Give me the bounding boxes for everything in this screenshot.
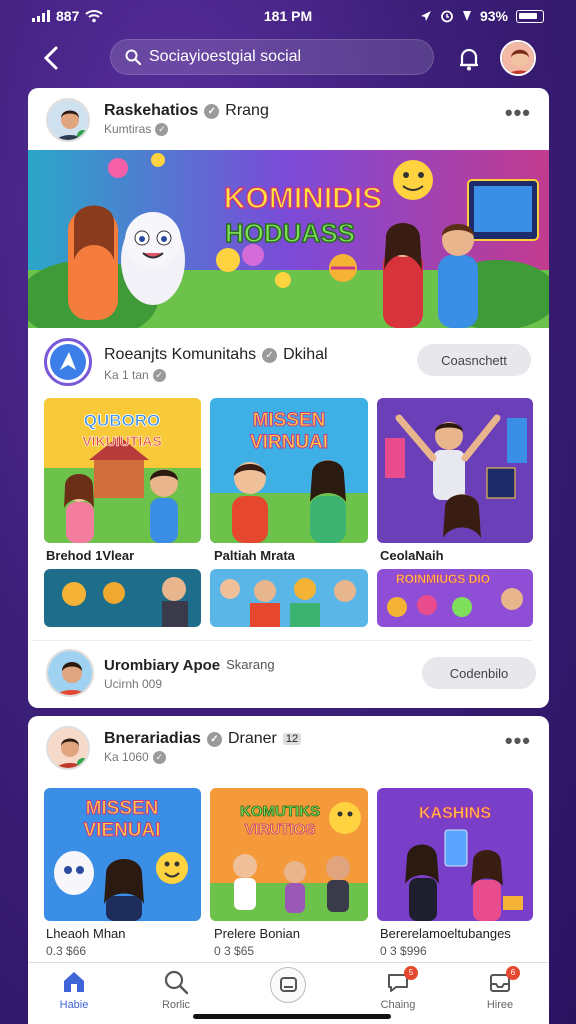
poster-extra: Draner bbox=[227, 730, 277, 747]
verified-icon: ✓ bbox=[204, 103, 220, 119]
feed-card-main: Raskehatios ✓ Rrang Kumtiras ✓ ••• KOMIN… bbox=[28, 88, 549, 708]
hotspot-icon bbox=[462, 11, 471, 21]
search-icon bbox=[164, 970, 189, 995]
tab-chat[interactable]: 5 Chaing bbox=[358, 966, 438, 1019]
battery-icon bbox=[516, 9, 544, 23]
post-subtitle: Ka 1060 bbox=[104, 750, 149, 764]
item-2-title[interactable]: Prelere Bonian bbox=[214, 926, 300, 941]
search-bar[interactable] bbox=[110, 39, 434, 75]
suggestion-follow-button[interactable]: Codenbilo bbox=[422, 657, 536, 689]
more-options-button[interactable]: ••• bbox=[505, 100, 531, 126]
item-2-sub: 0 3 $65 bbox=[214, 944, 255, 958]
tab-create[interactable] bbox=[248, 967, 328, 1019]
item-3-title[interactable]: Bererelamoeltubanges bbox=[380, 926, 511, 941]
tab-home[interactable]: Habie bbox=[34, 969, 114, 1019]
community-header: Roeanjts Komunitahs ✓ Dkihal Ka 1 tan ✓ … bbox=[28, 332, 549, 392]
notifications-button[interactable] bbox=[452, 42, 486, 76]
home-icon bbox=[64, 972, 84, 992]
thumb-1-title[interactable]: Brehod 1Vlear bbox=[46, 548, 134, 563]
battery-percent: 93% bbox=[479, 8, 508, 24]
tab-profile[interactable]: 6 Hiree bbox=[460, 966, 540, 1019]
poster-avatar[interactable] bbox=[46, 98, 90, 142]
community-subtitle: Ka 1 tan bbox=[104, 368, 149, 382]
suggestion-extra: Skarang bbox=[226, 657, 275, 672]
poster-badge: 12 bbox=[282, 733, 302, 745]
suggestion-subtitle: Ucirnh 009 bbox=[104, 677, 163, 691]
community-thumb-6[interactable]: ROINMIUGS DIO bbox=[377, 569, 533, 627]
globe-icon: ✓ bbox=[155, 122, 169, 136]
globe-icon: ✓ bbox=[152, 750, 166, 764]
post-header: Bnerariadias ✓ Draner 12 Ka 1060 ✓ ••• bbox=[28, 716, 549, 776]
chat-badge: 5 bbox=[404, 966, 418, 980]
community-thumb-3[interactable] bbox=[377, 398, 533, 543]
community-thumb-1[interactable]: QUBORO VIKUIUTIAS bbox=[44, 398, 201, 543]
thumb-2-title[interactable]: Paltiah Mrata bbox=[214, 548, 295, 563]
tab-profile-label: Hiree bbox=[486, 999, 514, 1011]
poster-extra: Rrang bbox=[225, 102, 269, 119]
item-3-sub: 0 3 $996 bbox=[380, 944, 427, 958]
profile-badge: 6 bbox=[506, 966, 520, 980]
suggestion-name[interactable]: Urombiary Apoe bbox=[104, 657, 220, 674]
item-2-art-1: KOMUTIKS bbox=[240, 803, 320, 820]
poster-name[interactable]: Bnerariadias bbox=[104, 730, 201, 748]
home-indicator bbox=[193, 1014, 391, 1019]
item-1-art-2: VIENUAI bbox=[83, 820, 160, 841]
feed-card-secondary: Bnerariadias ✓ Draner 12 Ka 1060 ✓ ••• M… bbox=[28, 716, 549, 964]
more-options-button[interactable]: ••• bbox=[505, 728, 531, 754]
tab-search[interactable]: Rorlic bbox=[136, 969, 216, 1019]
location-icon bbox=[420, 11, 431, 21]
post2-item-1-image[interactable]: MISSEN VIENUAI bbox=[44, 788, 201, 921]
banner-image[interactable]: KOMINIDIS HODUASS bbox=[28, 150, 549, 340]
thumb-2-art-2: VIRNUAI bbox=[250, 432, 328, 453]
verified-icon: ✓ bbox=[206, 731, 222, 747]
bell-icon bbox=[460, 48, 478, 71]
item-1-art-1: MISSEN bbox=[86, 798, 159, 819]
banner-title-2: HODUASS bbox=[225, 218, 355, 248]
suggestion-row: Urombiary Apoe Skarang Ucirnh 009 Codenb… bbox=[32, 640, 536, 706]
item-1-sub: 0.3 $66 bbox=[46, 944, 87, 958]
profile-avatar[interactable] bbox=[500, 40, 536, 76]
item-1-title[interactable]: Lheaoh Mhan bbox=[46, 926, 126, 941]
thumb-1-art-1: QUBORO bbox=[84, 411, 161, 430]
community-extra: Dkihal bbox=[283, 346, 328, 363]
thumb-3-title[interactable]: CeolaNaih bbox=[380, 548, 444, 563]
back-button[interactable] bbox=[36, 44, 66, 74]
item-3-art-1: KASHINS bbox=[419, 805, 491, 822]
status-bar: 887 181 PM 93% bbox=[0, 0, 576, 32]
banner-title-1: KOMINIDIS bbox=[224, 182, 382, 215]
chevron-left-icon bbox=[43, 46, 58, 70]
community-thumb-2[interactable]: MISSEN VIRNUAI bbox=[210, 398, 368, 543]
post2-item-3-image[interactable]: KASHINS bbox=[377, 788, 533, 921]
verified-icon: ✓ bbox=[262, 347, 278, 363]
post-subtitle: Kumtiras bbox=[104, 122, 152, 136]
community-thumb-5[interactable] bbox=[210, 569, 368, 627]
suggestion-avatar[interactable] bbox=[46, 649, 94, 697]
top-nav bbox=[0, 36, 576, 80]
alarm-icon bbox=[441, 10, 453, 23]
community-avatar[interactable] bbox=[44, 338, 92, 386]
thumb-2-art-1: MISSEN bbox=[253, 410, 326, 431]
community-name[interactable]: Roeanjts Komunitahs bbox=[104, 346, 256, 364]
post-header: Raskehatios ✓ Rrang Kumtiras ✓ ••• bbox=[28, 88, 549, 148]
community-thumb-4[interactable] bbox=[44, 569, 201, 627]
poster-avatar[interactable] bbox=[46, 726, 90, 770]
item-2-art-2: VIRUTIOS bbox=[245, 821, 316, 838]
post2-item-2-image[interactable]: KOMUTIKS VIRUTIOS bbox=[210, 788, 368, 921]
tab-search-label: Rorlic bbox=[161, 999, 191, 1011]
search-icon bbox=[125, 49, 141, 65]
thumb-6-art: ROINMIUGS DIO bbox=[396, 572, 490, 586]
search-input[interactable] bbox=[149, 48, 419, 66]
community-follow-button[interactable]: Coasnchett bbox=[417, 344, 531, 376]
poster-name[interactable]: Raskehatios bbox=[104, 102, 198, 120]
create-post-icon bbox=[270, 967, 306, 1003]
tab-home-label: Habie bbox=[59, 999, 89, 1011]
thumb-1-art-2: VIKUIUTIAS bbox=[82, 433, 161, 449]
tab-chat-label: Chaing bbox=[380, 999, 416, 1011]
members-icon: ✓ bbox=[152, 368, 166, 382]
